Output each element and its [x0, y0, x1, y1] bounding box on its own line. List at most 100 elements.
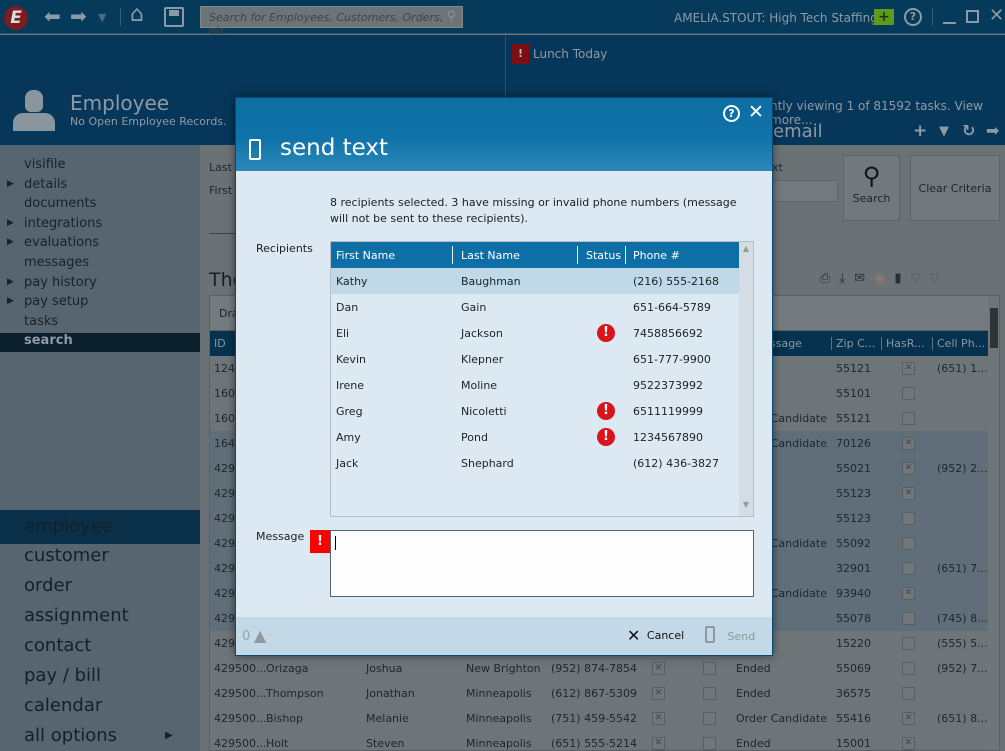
- checkbox-c2[interactable]: [703, 737, 716, 750]
- checkbox-hasr[interactable]: ✕: [902, 587, 915, 600]
- send-button[interactable]: Send: [705, 626, 755, 646]
- column-first-name[interactable]: First Name: [336, 249, 395, 262]
- help-icon[interactable]: ?: [723, 105, 740, 122]
- text-input[interactable]: [772, 180, 838, 202]
- print-icon[interactable]: ⎙: [820, 271, 839, 286]
- expand-arrow-icon[interactable]: ▶: [7, 277, 14, 287]
- module-all-options[interactable]: all options ▶: [24, 725, 173, 746]
- sidebar-item-search[interactable]: search: [0, 333, 200, 353]
- forward-arrow-icon[interactable]: ➡: [70, 4, 87, 28]
- checkbox-hasr[interactable]: [902, 537, 915, 550]
- add-icon[interactable]: +: [913, 121, 927, 141]
- sidebar-item-visifile[interactable]: visifile: [24, 157, 66, 172]
- filter-clear-icon[interactable]: ▽: [930, 271, 949, 286]
- minimize-icon[interactable]: [943, 22, 956, 24]
- module-order[interactable]: order: [24, 575, 72, 596]
- home-icon[interactable]: ⌂: [130, 2, 144, 27]
- recipient-row[interactable]: Irene Moline 9522373992: [331, 372, 739, 398]
- close-icon[interactable]: ✕: [989, 5, 1004, 26]
- module-calendar[interactable]: calendar: [24, 695, 102, 716]
- column-status[interactable]: Status: [586, 249, 621, 262]
- checkbox-hasr[interactable]: [902, 412, 915, 425]
- text-message-icon[interactable]: ◉: [874, 271, 894, 286]
- table-row[interactable]: 429500... Bishop Melanie Minneapolis (751) 4…: [210, 706, 988, 731]
- dropdown-caret-icon[interactable]: ▼: [98, 11, 106, 24]
- sidebar-item-tasks[interactable]: tasks: [24, 314, 58, 329]
- help-icon[interactable]: ?: [904, 8, 922, 26]
- column-phone[interactable]: Phone #: [633, 249, 680, 262]
- recipient-row[interactable]: Greg Nicoletti 6511119999!: [331, 398, 739, 424]
- column-header-hasr[interactable]: HasR...: [881, 337, 924, 350]
- cancel-button[interactable]: ✕ Cancel: [627, 626, 684, 646]
- close-icon[interactable]: ✕: [748, 101, 764, 123]
- table-scrollbar[interactable]: [988, 296, 999, 750]
- module-customer[interactable]: customer: [24, 545, 109, 566]
- checkbox-c1[interactable]: ✕: [652, 687, 665, 700]
- column-header-zip[interactable]: Zip C...: [831, 337, 875, 350]
- sidebar-item-pay-setup[interactable]: ▶ pay setup: [7, 294, 88, 309]
- filter-icon[interactable]: ▽: [911, 271, 930, 286]
- checkbox-c1[interactable]: ✕: [652, 712, 665, 725]
- save-icon[interactable]: [164, 7, 184, 27]
- bookmark-icon[interactable]: ▮: [894, 271, 910, 286]
- refresh-icon[interactable]: ↻: [962, 121, 975, 140]
- checkbox-hasr[interactable]: [902, 562, 915, 575]
- recipient-row[interactable]: Amy Pond 1234567890!: [331, 424, 739, 450]
- column-last-name[interactable]: Last Name: [461, 249, 520, 262]
- sidebar-item-documents[interactable]: documents: [24, 196, 96, 211]
- table-row[interactable]: 429500... Holt Steven Minneapolis (651) 555-…: [210, 731, 988, 750]
- maximize-icon[interactable]: [966, 10, 979, 23]
- checkbox-c2[interactable]: [703, 687, 716, 700]
- recipient-row[interactable]: Dan Gain 651-664-5789: [331, 294, 739, 320]
- first-aid-kit-icon[interactable]: +: [874, 9, 894, 25]
- checkbox-hasr[interactable]: ✕: [902, 362, 915, 375]
- global-search-input[interactable]: Search for Employees, Customers, Orders,…: [200, 6, 463, 37]
- search-icon[interactable]: ⚲: [446, 9, 456, 24]
- checkbox-c2[interactable]: [703, 712, 716, 725]
- recipient-row[interactable]: Kevin Klepner 651-777-9900: [331, 346, 739, 372]
- recipient-row[interactable]: Kathy Baughman (216) 555-2168: [331, 268, 739, 294]
- grid-scrollbar[interactable]: ▲ ▼: [739, 242, 753, 516]
- export-icon[interactable]: ⤓: [839, 271, 854, 286]
- filter-icon[interactable]: ▼: [939, 124, 949, 139]
- arrow-right-icon[interactable]: ➡: [986, 121, 999, 140]
- checkbox-c1[interactable]: ✕: [652, 737, 665, 750]
- back-arrow-icon[interactable]: ⬅: [44, 4, 61, 28]
- checkbox-hasr[interactable]: [902, 637, 915, 650]
- sidebar-item-integrations[interactable]: ▶ integrations: [7, 216, 102, 231]
- column-header-cell-phone[interactable]: Cell Ph...: [932, 337, 985, 350]
- checkbox-hasr[interactable]: [902, 387, 915, 400]
- module-pay-bill[interactable]: pay / bill: [24, 665, 101, 686]
- table-row[interactable]: 429500... Thompson Jonathan Minneapolis (612…: [210, 681, 988, 706]
- module-contact[interactable]: contact: [24, 635, 91, 656]
- expand-arrow-icon[interactable]: ▶: [7, 179, 14, 189]
- expand-arrow-icon[interactable]: ▶: [165, 730, 173, 741]
- checkbox-hasr[interactable]: ✕: [902, 712, 915, 725]
- checkbox-c1[interactable]: ✕: [652, 662, 665, 675]
- column-header-message[interactable]: ssage: [770, 337, 802, 350]
- sidebar-item-pay-history[interactable]: ▶ pay history: [7, 275, 97, 290]
- checkbox-hasr[interactable]: [902, 687, 915, 700]
- sidebar-item-details[interactable]: ▶ details: [7, 177, 67, 192]
- column-header-id[interactable]: ID: [214, 337, 226, 350]
- recipient-row[interactable]: Eli Jackson 7458856692!: [331, 320, 739, 346]
- checkbox-hasr[interactable]: [902, 612, 915, 625]
- checkbox-hasr[interactable]: [902, 662, 915, 675]
- expand-arrow-icon[interactable]: ▶: [7, 296, 14, 306]
- table-row[interactable]: 429500... Orizaga Joshua New Brighton (952) …: [210, 656, 988, 681]
- checkbox-hasr[interactable]: [902, 512, 915, 525]
- expand-arrow-icon[interactable]: ▶: [7, 237, 14, 247]
- checkbox-c2[interactable]: [703, 662, 716, 675]
- message-textarea[interactable]: [330, 530, 754, 597]
- module-employee[interactable]: employee: [0, 510, 200, 544]
- checkbox-hasr[interactable]: ✕: [902, 462, 915, 475]
- expand-arrow-icon[interactable]: ▶: [7, 218, 14, 228]
- email-icon[interactable]: ✉: [854, 271, 874, 286]
- sidebar-item-messages[interactable]: messages: [24, 255, 89, 270]
- module-assignment[interactable]: assignment: [24, 605, 129, 626]
- sidebar-item-evaluations[interactable]: ▶ evaluations: [7, 235, 99, 250]
- checkbox-hasr[interactable]: ✕: [902, 437, 915, 450]
- clear-criteria-button[interactable]: Clear Criteria: [910, 155, 1000, 221]
- checkbox-hasr[interactable]: ✕: [902, 737, 915, 750]
- search-button[interactable]: ⚲ Search: [843, 155, 900, 221]
